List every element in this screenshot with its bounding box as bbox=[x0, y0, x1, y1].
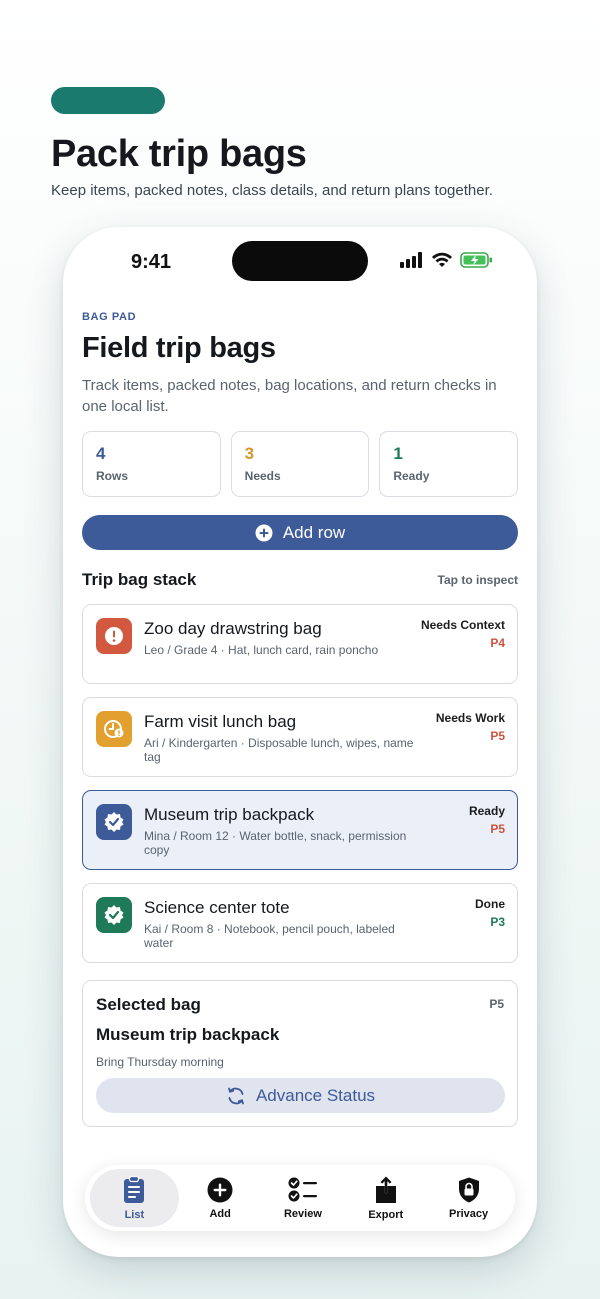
page-eyebrow: BAG PAD bbox=[82, 311, 137, 323]
wifi-icon bbox=[432, 252, 452, 267]
add-row-label: Add row bbox=[282, 522, 346, 542]
checklist-icon bbox=[288, 1177, 317, 1201]
row-status: Needs Context bbox=[420, 618, 505, 632]
bag-list: Zoo day drawstring bag Leo / Grade 4 · H… bbox=[82, 604, 518, 963]
tab-bar: List Add Review Export Privacy bbox=[85, 1165, 515, 1231]
row-title: Museum trip backpack bbox=[144, 805, 315, 824]
row-status: Needs Work bbox=[435, 711, 505, 725]
alert-icon bbox=[96, 618, 132, 654]
row-priority: P5 bbox=[490, 822, 505, 836]
row-title: Science center tote bbox=[144, 898, 290, 917]
row-meta: Ari / Kindergarten · Disposable lunch, w… bbox=[144, 736, 414, 764]
stat-rows: 4 Rows bbox=[82, 431, 221, 497]
refresh-icon bbox=[228, 1087, 244, 1104]
row-title: Farm visit lunch bag bbox=[144, 712, 297, 731]
advance-status-button[interactable]: Advance Status bbox=[96, 1078, 505, 1113]
tab-add[interactable]: Add bbox=[179, 1169, 262, 1227]
tab-export[interactable]: Export bbox=[344, 1169, 427, 1227]
selected-bag-panel: Selected bag P5 Museum trip backpack Bri… bbox=[82, 980, 518, 1127]
stat-value: 1 bbox=[393, 444, 403, 463]
stats-row: 4 Rows 3 Needs 1 Ready bbox=[82, 431, 519, 497]
tab-label: Privacy bbox=[449, 1207, 489, 1220]
stat-ready: 1 Ready bbox=[379, 431, 519, 497]
detail-bag-name: Museum trip backpack bbox=[96, 1025, 280, 1044]
signal-icon bbox=[400, 252, 422, 268]
stat-value: 4 bbox=[96, 444, 106, 463]
tab-label: Add bbox=[209, 1207, 231, 1220]
lock-shield-icon bbox=[458, 1177, 479, 1202]
share-icon bbox=[375, 1176, 396, 1203]
detail-note: Bring Thursday morning bbox=[96, 1055, 224, 1069]
plus-circle-icon bbox=[207, 1177, 233, 1202]
row-title: Zoo day drawstring bag bbox=[144, 619, 322, 638]
stat-label: Needs bbox=[244, 469, 281, 483]
detail-priority: P5 bbox=[489, 997, 504, 1011]
row-status: Ready bbox=[468, 804, 505, 818]
clock-alert-icon bbox=[96, 711, 132, 747]
section-hint: Tap to inspect bbox=[437, 573, 518, 587]
stat-value: 3 bbox=[244, 444, 255, 463]
row-status: Done bbox=[475, 897, 505, 911]
status-time: 9:41 bbox=[131, 251, 172, 273]
bag-row-museum[interactable]: Museum trip backpack Mina / Room 12 · Wa… bbox=[82, 790, 518, 870]
section-title: Trip bag stack bbox=[82, 570, 197, 589]
main-content: BAG PAD Field trip bags Track items, pac… bbox=[82, 311, 519, 1127]
battery-charging-icon bbox=[460, 252, 492, 268]
row-meta: Kai / Room 8 · Notebook, pencil pouch, l… bbox=[144, 922, 395, 950]
tab-list[interactable]: List bbox=[90, 1169, 179, 1227]
section-header: Trip bag stack Tap to inspect bbox=[82, 570, 518, 590]
bag-row-science[interactable]: Science center tote Kai / Room 8 · Noteb… bbox=[82, 883, 518, 963]
phone-frame: 9:41 BAG PAD Field trip bags Track items… bbox=[63, 227, 537, 1257]
advance-status-label: Advance Status bbox=[255, 1085, 376, 1105]
row-meta: Leo / Grade 4 · Hat, lunch card, rain po… bbox=[144, 643, 379, 657]
status-icons bbox=[400, 252, 493, 268]
tab-label: List bbox=[124, 1208, 145, 1221]
add-row-button[interactable]: Add row bbox=[82, 515, 518, 550]
stat-label: Ready bbox=[393, 469, 430, 483]
clipboard-icon bbox=[124, 1175, 145, 1203]
hero-accent-pill bbox=[51, 87, 165, 114]
stat-label: Rows bbox=[96, 469, 129, 483]
dynamic-island bbox=[232, 241, 368, 281]
page-description: Track items, packed notes, bag locations… bbox=[82, 377, 497, 415]
tab-privacy[interactable]: Privacy bbox=[427, 1169, 510, 1227]
bag-row-farm[interactable]: Farm visit lunch bag Ari / Kindergarten … bbox=[82, 697, 518, 777]
row-priority: P3 bbox=[490, 915, 505, 929]
row-priority: P4 bbox=[490, 636, 505, 650]
check-badge-icon bbox=[96, 804, 132, 840]
stat-needs: 3 Needs bbox=[230, 431, 370, 497]
check-badge-icon bbox=[96, 897, 132, 933]
hero-subtitle: Keep items, packed notes, class details,… bbox=[51, 182, 493, 199]
tab-review[interactable]: Review bbox=[262, 1169, 345, 1227]
detail-heading: Selected bag bbox=[96, 995, 201, 1014]
hero-title: Pack trip bags bbox=[51, 133, 307, 175]
tab-label: Export bbox=[368, 1208, 404, 1221]
page-title: Field trip bags bbox=[82, 332, 276, 364]
plus-circle-icon bbox=[255, 524, 273, 541]
row-priority: P5 bbox=[490, 729, 505, 743]
bag-row-zoo[interactable]: Zoo day drawstring bag Leo / Grade 4 · H… bbox=[82, 604, 518, 684]
tab-label: Review bbox=[283, 1207, 322, 1220]
row-meta: Mina / Room 12 · Water bottle, snack, pe… bbox=[144, 829, 407, 857]
